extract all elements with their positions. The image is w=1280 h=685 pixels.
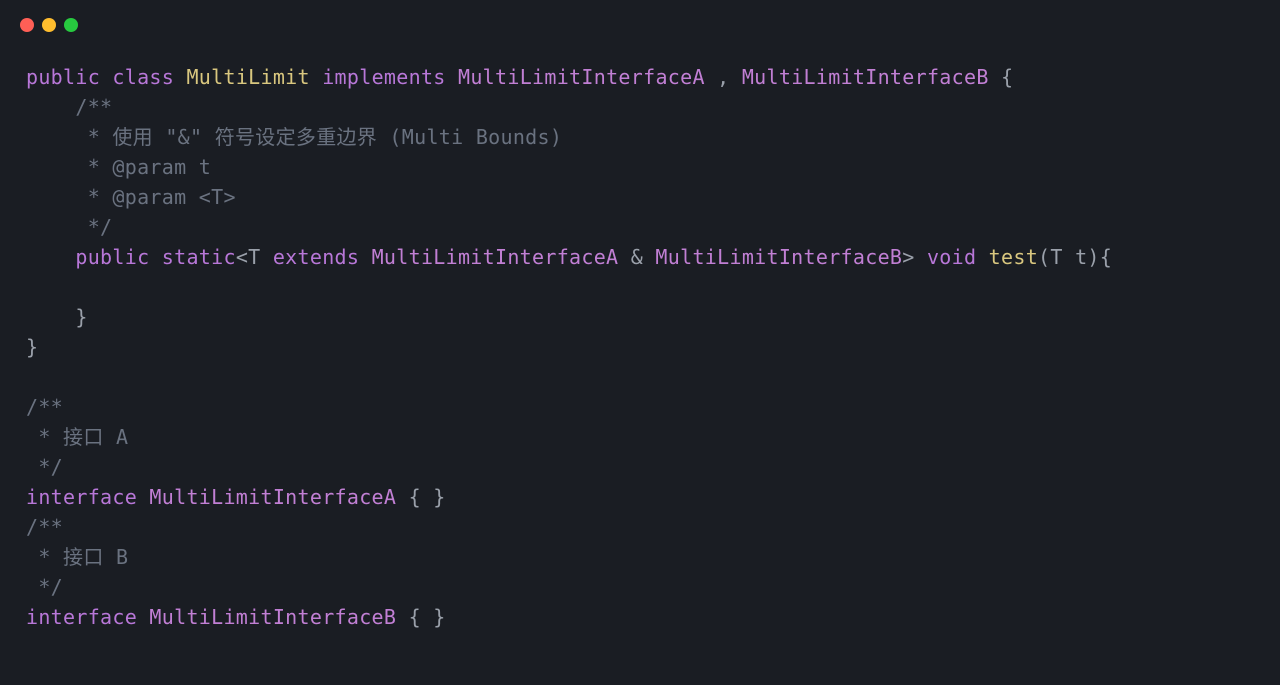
- javadoc-comment: /**: [26, 395, 63, 419]
- type-name: MultiLimitInterfaceA: [458, 65, 705, 89]
- interface-name: MultiLimitInterfaceB: [137, 605, 409, 629]
- minimize-icon[interactable]: [42, 18, 56, 32]
- class-name: MultiLimit: [186, 65, 309, 89]
- type-name: MultiLimitInterfaceB: [742, 65, 989, 89]
- type-name: MultiLimitInterfaceA: [359, 245, 631, 269]
- javadoc-comment: * 接口 B: [26, 545, 128, 569]
- ampersand: &: [631, 245, 643, 269]
- javadoc-comment: /**: [26, 95, 112, 119]
- keyword-implements: implements: [322, 65, 445, 89]
- interface-name: MultiLimitInterfaceA: [137, 485, 409, 509]
- close-brace: }: [26, 335, 38, 359]
- javadoc-comment: */: [26, 215, 112, 239]
- keyword-public: public: [75, 245, 149, 269]
- javadoc-comment: * @param t: [26, 155, 211, 179]
- javadoc-comment: */: [26, 575, 63, 599]
- braces: { }: [409, 605, 446, 629]
- keyword-interface: interface: [26, 485, 137, 509]
- braces: { }: [409, 485, 446, 509]
- javadoc-comment: /**: [26, 515, 63, 539]
- method-name: test: [976, 245, 1038, 269]
- maximize-icon[interactable]: [64, 18, 78, 32]
- javadoc-comment: * 使用 "&" 符号设定多重边界 (Multi Bounds): [26, 125, 562, 149]
- keyword-void: void: [927, 245, 976, 269]
- punctuation: {: [989, 65, 1014, 89]
- indent: [26, 245, 75, 269]
- generic-close: >: [902, 245, 927, 269]
- code-editor: public class MultiLimit implements Multi…: [0, 40, 1280, 642]
- params: (T t){: [1038, 245, 1112, 269]
- punctuation: ,: [705, 65, 742, 89]
- javadoc-comment: */: [26, 455, 63, 479]
- keyword-public: public: [26, 65, 100, 89]
- keyword-interface: interface: [26, 605, 137, 629]
- generic-open: <T: [236, 245, 273, 269]
- close-icon[interactable]: [20, 18, 34, 32]
- window-titlebar: [0, 0, 1280, 40]
- close-brace: }: [26, 305, 88, 329]
- keyword-extends: extends: [273, 245, 359, 269]
- keyword-class: class: [112, 65, 174, 89]
- javadoc-comment: * 接口 A: [26, 425, 128, 449]
- keyword-static: static: [162, 245, 236, 269]
- type-name: MultiLimitInterfaceB: [643, 245, 902, 269]
- javadoc-comment: * @param <T>: [26, 185, 236, 209]
